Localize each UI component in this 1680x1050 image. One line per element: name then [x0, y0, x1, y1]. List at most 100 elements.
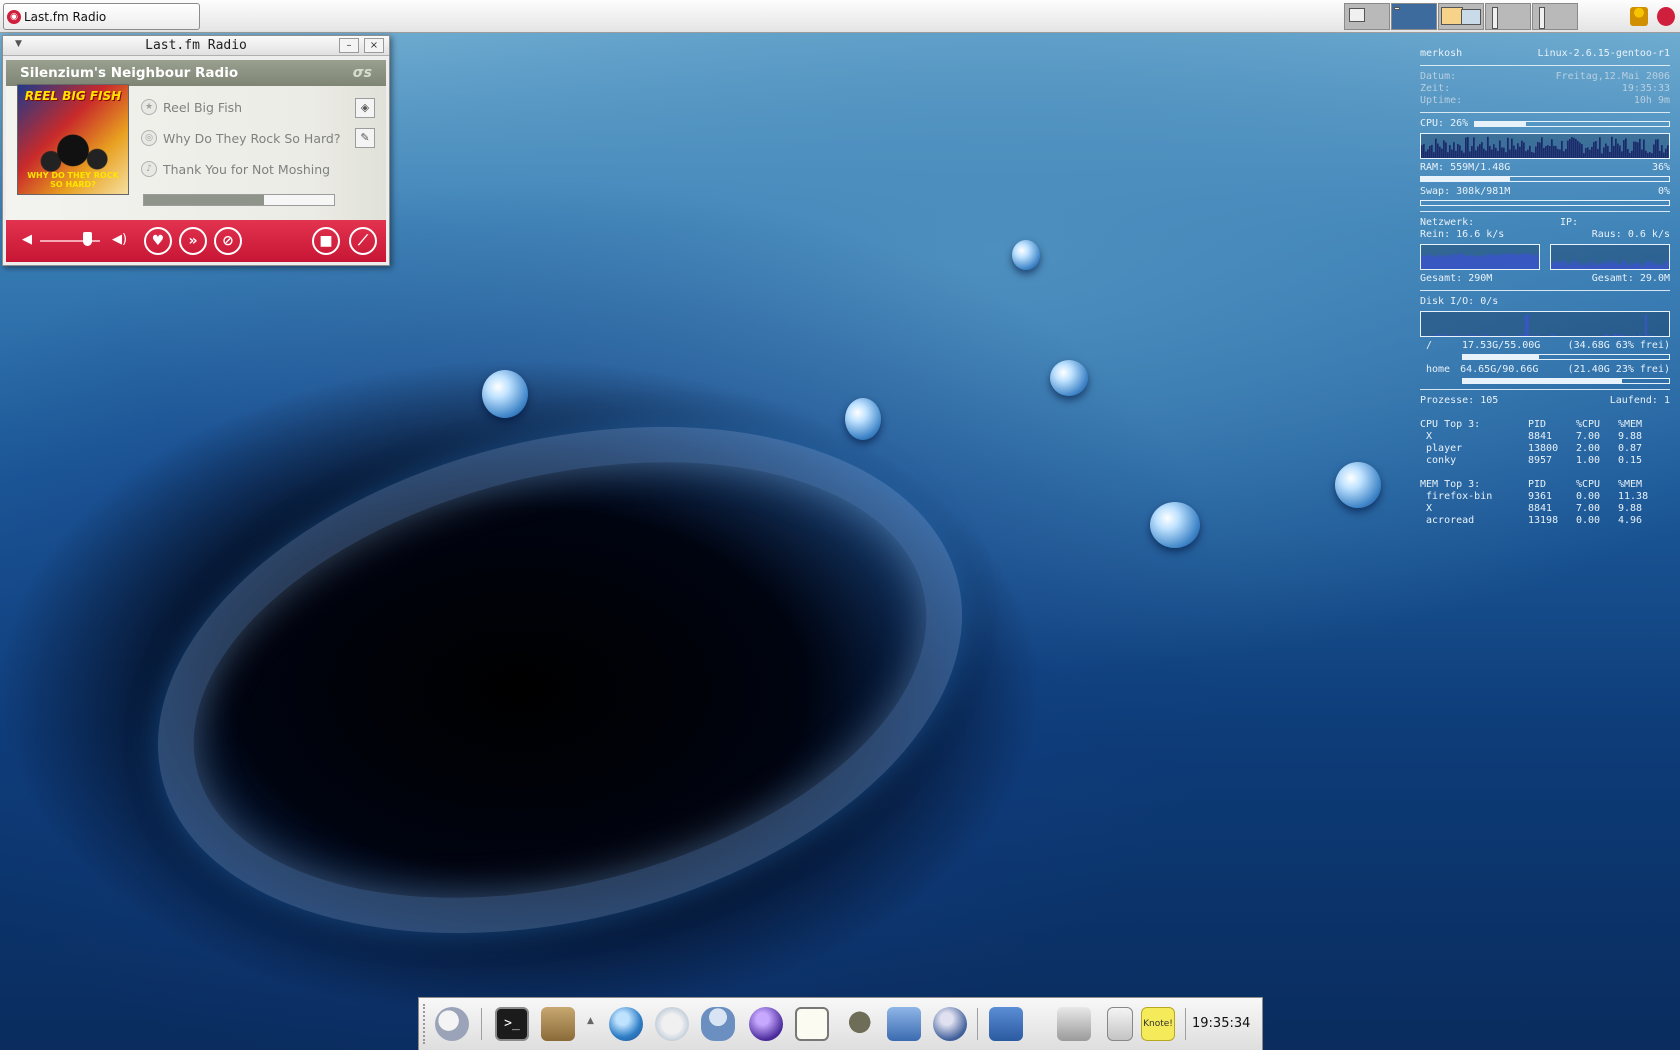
conky-swap-value: 308k/981M: [1456, 186, 1511, 197]
network-icon[interactable]: [933, 1007, 967, 1041]
conky-gesamt-out-label: Gesamt:: [1591, 273, 1634, 284]
skip-button[interactable]: »: [179, 227, 207, 255]
conky-mem-top-title: MEM Top 3:: [1420, 479, 1481, 490]
text-editor-icon[interactable]: [795, 1007, 829, 1041]
conky-swap-percent: 0%: [1657, 186, 1670, 197]
conky-disk-label: Disk I/O:: [1420, 296, 1475, 307]
track-icon: ♪: [141, 161, 157, 177]
col-header-mem: %MEM: [1618, 419, 1643, 430]
user-tray-icon[interactable]: [1630, 7, 1648, 26]
conky-zeit-value: 19:35:33: [1621, 83, 1670, 94]
table-cell: X: [1420, 431, 1433, 442]
conky-user: merkosh: [1420, 48, 1463, 59]
printer-icon[interactable]: [1057, 1007, 1091, 1041]
clipboard-icon[interactable]: [1107, 1007, 1133, 1041]
conky-raus-label: Raus:: [1591, 229, 1622, 240]
table-cell: firefox-bin: [1420, 491, 1493, 502]
album-row[interactable]: ◎ Why Do They Rock So Hard?: [141, 129, 340, 147]
table-cell: 1.00: [1576, 455, 1601, 466]
table-cell: 0.00: [1576, 515, 1601, 526]
conky-swap-bar: [1420, 200, 1670, 206]
conky-raus-value: 0.6 k/s: [1627, 229, 1670, 240]
artist-name: Reel Big Fish: [163, 99, 243, 115]
terminal-icon[interactable]: >_: [495, 1007, 529, 1041]
wallpaper-droplet: [1150, 502, 1200, 548]
volume-knob[interactable]: [82, 232, 92, 246]
conky-fs-root-bar: [1462, 354, 1670, 360]
album-name: Why Do They Rock So Hard?: [163, 130, 341, 146]
track-name: Thank You for Not Moshing: [163, 161, 331, 177]
conky-monitor: merkosh Linux-2.6.15-gentoo-r1 Datum: Fre…: [1420, 48, 1670, 527]
conky-zeit-label: Zeit:: [1420, 83, 1451, 94]
taskbar-item-lastfm[interactable]: ◉ Last.fm Radio: [3, 3, 200, 30]
eclipse-icon[interactable]: [749, 1007, 783, 1041]
dock-handle[interactable]: [423, 1004, 427, 1044]
table-cell: conky: [1420, 455, 1457, 466]
conky-mem-top-table: MEM Top 3: PID %CPU %MEM firefox-bin 9361…: [1420, 479, 1670, 527]
pager-desktop-4[interactable]: [1485, 3, 1531, 30]
dock-expand-icon[interactable]: ▲: [587, 1016, 594, 1026]
col-header-cpu: %CPU: [1576, 479, 1601, 490]
pager-desktop-5[interactable]: [1532, 3, 1578, 30]
wallpaper-droplet: [1012, 240, 1040, 270]
volume-max-icon[interactable]: ◀): [112, 232, 127, 247]
conky-rein-value: 16.6 k/s: [1456, 229, 1505, 240]
tune-in-button[interactable]: ⟋: [349, 227, 377, 255]
love-button[interactable]: ♥: [144, 227, 172, 255]
wallpaper-droplet: [1050, 360, 1088, 396]
table-cell: 9.88: [1618, 431, 1643, 442]
conky-prozesse-value: 105: [1480, 395, 1499, 406]
conky-uptime-label: Uptime:: [1420, 95, 1463, 106]
pager-desktop-3[interactable]: [1438, 3, 1484, 30]
window-titlebar[interactable]: ▼ Last.fm Radio – ×: [3, 36, 389, 56]
album-cover-title-text: WHY DO THEY ROCK SO HARD?: [27, 171, 119, 189]
volume-mute-icon[interactable]: ◀: [22, 232, 32, 247]
edit-button[interactable]: ✎: [355, 128, 375, 148]
top-panel: ◉ Last.fm Radio: [0, 0, 1680, 33]
pager-desktop-1[interactable]: [1344, 3, 1390, 30]
table-cell: 9361: [1528, 491, 1553, 502]
ban-button[interactable]: ⊘: [214, 227, 242, 255]
gimp-icon[interactable]: [841, 1007, 875, 1041]
window-title: Last.fm Radio: [145, 38, 247, 53]
table-cell: 7.00: [1576, 503, 1601, 514]
dock-clock[interactable]: 19:35:34: [1192, 1016, 1250, 1031]
kde-menu-icon[interactable]: [435, 1007, 469, 1041]
player-controls: ◀ ◀) ♥ » ⊘ ■ ⟋: [6, 220, 386, 262]
tag-button[interactable]: ◈: [355, 98, 375, 118]
browser-globe-icon[interactable]: [609, 1007, 643, 1041]
table-cell: 13800: [1528, 443, 1559, 454]
stop-button[interactable]: ■: [312, 227, 340, 255]
conky-prozesse-label: Prozesse:: [1420, 395, 1475, 406]
file-manager-icon[interactable]: [541, 1007, 575, 1041]
lastfm-window: ▼ Last.fm Radio – × Silenzium's Neighbou…: [2, 35, 390, 266]
camera-icon[interactable]: [887, 1007, 921, 1041]
lastfm-tray-icon[interactable]: [1657, 7, 1675, 26]
pager-desktop-2[interactable]: [1391, 3, 1437, 30]
album-icon: ◎: [141, 130, 157, 146]
taskbar-item-label: Last.fm Radio: [24, 9, 107, 24]
conky-laufend-label: Laufend:: [1609, 395, 1658, 406]
system-settings-icon[interactable]: [989, 1007, 1023, 1041]
messenger-icon[interactable]: [701, 1007, 735, 1041]
conky-gesamt-in-value: 290M: [1468, 273, 1493, 284]
minimize-button[interactable]: –: [339, 38, 359, 53]
conky-fs-root-value: 17.53G/55.00G: [1462, 340, 1541, 351]
conky-cpu-top-title: CPU Top 3:: [1420, 419, 1481, 430]
table-cell: player: [1420, 443, 1463, 454]
wallpaper-splash: [104, 347, 1016, 1013]
conky-disk-value: 0/s: [1480, 296, 1499, 307]
close-button[interactable]: ×: [364, 38, 384, 53]
conky-fs-root-free: (34.68G 63% frei): [1567, 340, 1670, 351]
artist-row[interactable]: ★ Reel Big Fish: [141, 98, 242, 116]
track-row[interactable]: ♪ Thank You for Not Moshing: [141, 160, 330, 178]
conky-disk-graph: [1420, 311, 1670, 337]
conky-ram-percent: 36%: [1651, 162, 1670, 173]
conky-ram-bar: [1420, 176, 1670, 182]
conky-ram-value: 559M/1.48G: [1450, 162, 1511, 173]
conky-kernel: Linux-2.6.15-gentoo-r1: [1537, 48, 1670, 59]
table-cell: 4.96: [1618, 515, 1643, 526]
bottom-dock: >_ ▲ Knote! 19:35:34: [418, 997, 1263, 1050]
knotes-icon[interactable]: Knote!: [1141, 1007, 1175, 1041]
mail-icon[interactable]: [655, 1007, 689, 1041]
